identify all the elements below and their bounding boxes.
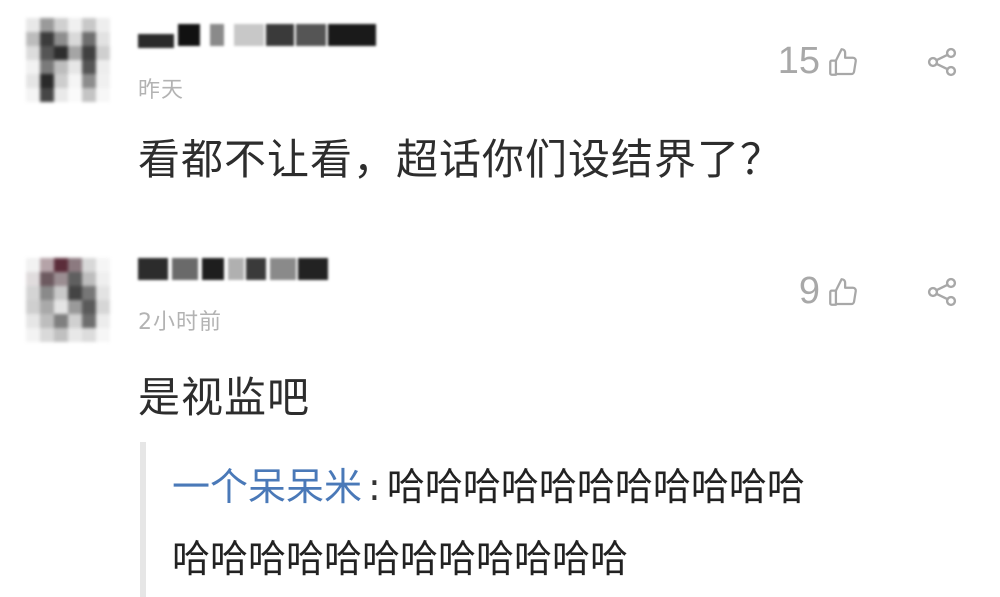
comment-item: 2小时前 9 是视监吧 一个呆呆米: 哈哈哈哈哈哈哈哈哈哈哈 哈哈哈哈哈哈哈哈哈… [0,240,1000,597]
comment-time: 昨天 [138,78,185,103]
reply-text: 哈哈哈哈哈哈哈哈哈哈哈 [386,465,805,509]
thumbs-up-icon [826,45,860,79]
like-button[interactable]: 15 [778,40,860,83]
reply-box[interactable]: 一个呆呆米: 哈哈哈哈哈哈哈哈哈哈哈 哈哈哈哈哈哈哈哈哈哈哈哈 [140,442,1000,597]
share-icon[interactable] [924,44,960,80]
share-icon[interactable] [924,274,960,310]
comment-list: 昨天 15 看都不让看，超话你们设结界了？ 2小时前 9 是视监吧 一个呆呆米 … [0,0,1000,597]
comment-text: 看都不让看，超话你们设结界了？ [138,135,784,184]
thumbs-up-icon [826,275,860,309]
reply-line: 一个呆呆米: 哈哈哈哈哈哈哈哈哈哈哈 [172,456,805,511]
avatar[interactable] [26,18,110,102]
like-count: 9 [798,270,820,312]
comment-text: 是视监吧 [138,373,311,422]
reply-colon: : [368,465,381,509]
like-count: 15 [777,40,820,82]
reply-text: 哈哈哈哈哈哈哈哈哈哈哈哈 [172,537,629,581]
comment-item: 昨天 15 看都不让看，超话你们设结界了？ [0,0,1000,220]
avatar[interactable] [26,258,110,342]
reply-username[interactable]: 一个呆呆米 [172,465,362,509]
comment-time: 2小时前 [138,310,222,335]
like-button[interactable]: 9 [799,270,860,313]
